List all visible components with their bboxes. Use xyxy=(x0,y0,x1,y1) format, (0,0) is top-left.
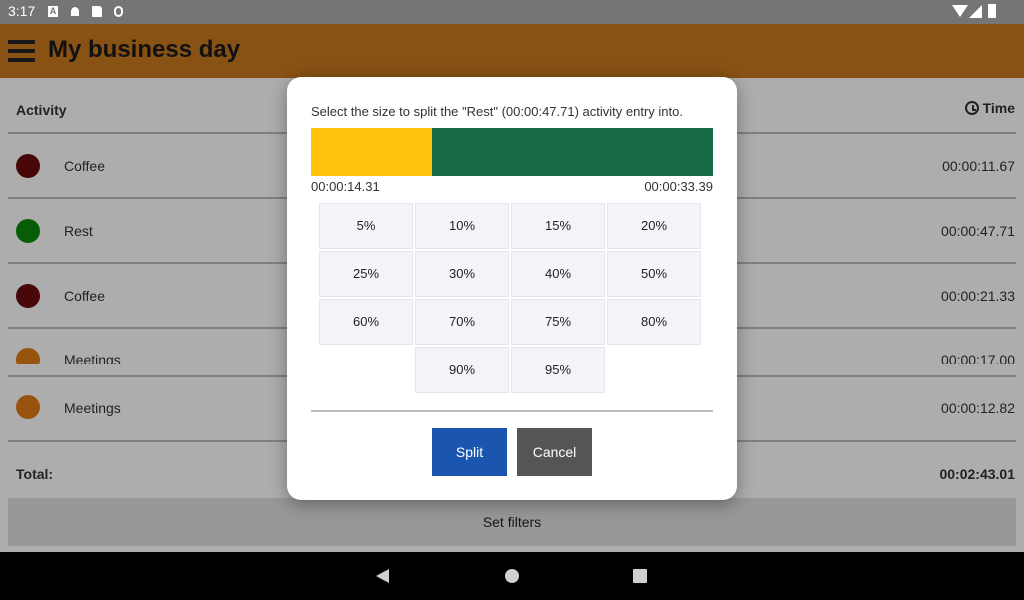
split-left-segment xyxy=(311,128,432,176)
percent-button[interactable]: 5% xyxy=(319,203,413,249)
percent-button[interactable]: 80% xyxy=(607,299,701,345)
percent-button[interactable]: 95% xyxy=(511,347,605,393)
percent-button[interactable]: 75% xyxy=(511,299,605,345)
percent-button[interactable]: 15% xyxy=(511,203,605,249)
status-time: 3:17 xyxy=(8,3,36,19)
sd-card-icon xyxy=(92,6,102,17)
split-right-time: 00:00:33.39 xyxy=(644,179,713,194)
battery-icon xyxy=(988,4,996,18)
percent-button[interactable]: 40% xyxy=(511,251,605,297)
percent-button[interactable]: 20% xyxy=(607,203,701,249)
notification-b-icon xyxy=(71,7,79,16)
recents-icon[interactable] xyxy=(633,569,647,583)
cancel-button[interactable]: Cancel xyxy=(517,428,592,476)
percent-button[interactable]: 25% xyxy=(319,251,413,297)
percent-button[interactable]: 60% xyxy=(319,299,413,345)
split-dialog: Select the size to split the "Rest" (00:… xyxy=(287,77,737,500)
split-dialog-message: Select the size to split the "Rest" (00:… xyxy=(311,104,683,119)
split-preview-bar xyxy=(311,128,713,176)
split-button[interactable]: Split xyxy=(432,428,507,476)
back-icon[interactable] xyxy=(376,569,389,583)
split-left-time: 00:00:14.31 xyxy=(311,179,380,194)
percent-button[interactable]: 30% xyxy=(415,251,509,297)
navigation-bar xyxy=(0,552,1024,600)
split-right-segment xyxy=(431,128,713,176)
percent-button[interactable]: 50% xyxy=(607,251,701,297)
home-icon[interactable] xyxy=(505,569,519,583)
signal-icon xyxy=(969,5,982,18)
status-bar: 3:17 A xyxy=(0,0,1024,24)
dialog-divider xyxy=(311,410,713,412)
percentage-grid: 5% 10% 15% 20% 25% 30% 40% 50% 60% 70% 7… xyxy=(319,203,705,397)
wifi-icon xyxy=(952,5,968,17)
percent-button[interactable]: 10% xyxy=(415,203,509,249)
notification-a-icon: A xyxy=(48,6,58,17)
percent-button[interactable]: 90% xyxy=(415,347,509,393)
percent-button[interactable]: 70% xyxy=(415,299,509,345)
sync-icon xyxy=(114,6,123,17)
